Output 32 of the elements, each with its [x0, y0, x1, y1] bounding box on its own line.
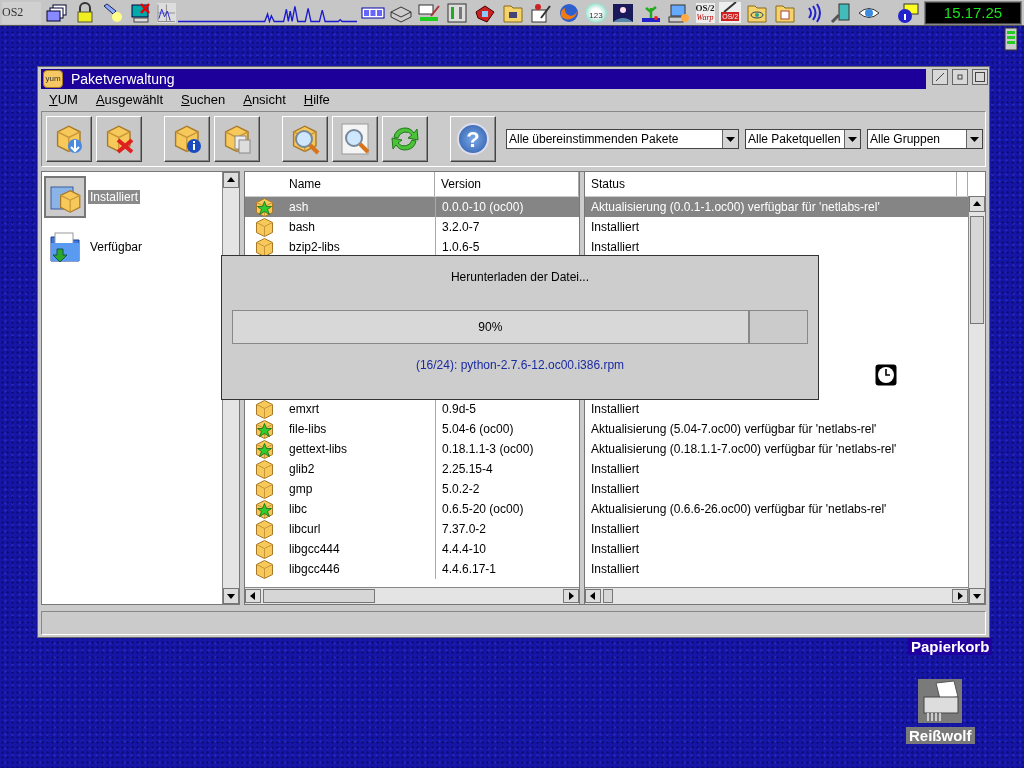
table-cell-text: Installiert: [590, 240, 641, 254]
table-cell-text: gmp: [288, 482, 314, 496]
table-cell-text: emxrt: [288, 402, 320, 416]
help-icon: ?: [457, 123, 489, 155]
table-cell-text: Aktualisierung (5.04-7.oc00) verfügbar für 'netlabs-rel': [590, 422, 878, 436]
table-cell-text: bash: [288, 220, 317, 234]
dialog-message: Herunterladen der Datei...: [450, 270, 590, 284]
window-title: Paketverwaltung: [71, 71, 175, 87]
table-cell-text: Installiert: [590, 482, 641, 496]
table-cell-text: Aktualisierung (0.18.1.1-7.oc00) verfügbar für 'netlabs-rel': [590, 442, 898, 456]
table-cell-text: Aktualisierung (0.6.6-26.oc00) verfügbar für 'netlabs-rel': [590, 502, 888, 516]
progress-reading: 90%: [478, 320, 503, 334]
table-cell-text: libgcc446: [288, 562, 341, 576]
table-cell-text: Installiert: [590, 220, 641, 234]
table-cell-text: Installiert: [590, 562, 641, 576]
table-cell-text: Installiert: [590, 522, 641, 536]
logo-text: OS/2: [695, 3, 715, 13]
table-cell-text: ash: [288, 200, 310, 214]
table-cell-text: libgcc444: [288, 542, 341, 556]
table-cell-text: libcurl: [288, 522, 322, 536]
table-cell-text: file-libs: [288, 422, 328, 436]
table-cell-text: gettext-libs: [288, 442, 349, 456]
clock: 15.17.25: [925, 1, 1021, 24]
table-cell-text: glib2: [288, 462, 316, 476]
table-cell-text: Installiert: [590, 542, 641, 556]
table-cell-text: libc: [288, 502, 308, 516]
logo-text: Warp: [696, 12, 714, 22]
file-name: (16/24): python-2.7.6-12.oc00.i386.rpm: [415, 358, 625, 372]
table-cell-text: bzip2-libs: [288, 240, 341, 254]
table-cell-text: Installiert: [590, 402, 641, 416]
table-cell-text: Installiert: [590, 462, 641, 476]
table-cell-text: Aktualisierung (0.0.1-1.oc00) verfügbar für 'netlabs-rel': [590, 200, 881, 214]
